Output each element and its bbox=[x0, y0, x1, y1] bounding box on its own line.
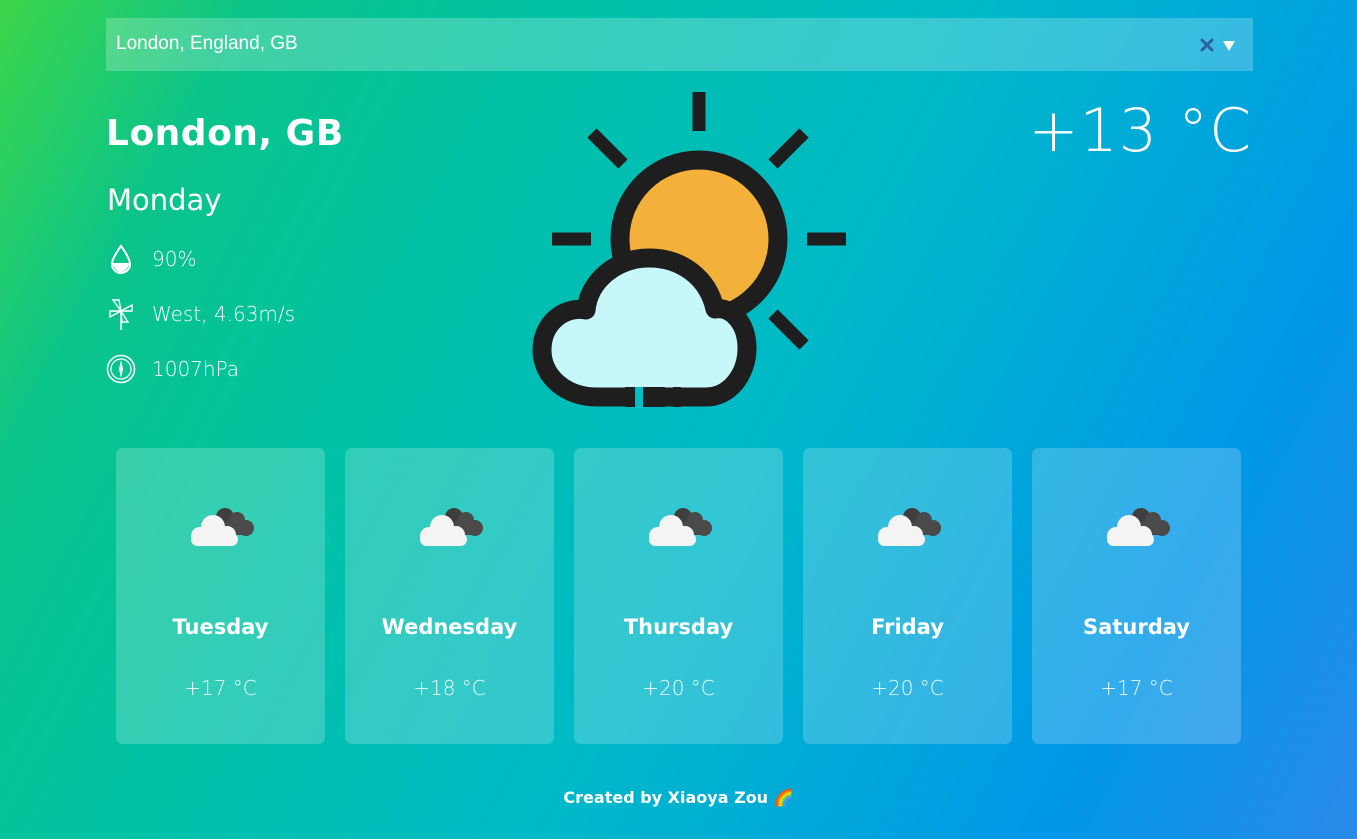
overcast-clouds-icon bbox=[878, 508, 941, 546]
location-search-select[interactable]: London, England, GB bbox=[106, 18, 1253, 71]
humidity-drop-icon bbox=[106, 243, 136, 275]
current-temperature: +13 °C bbox=[1028, 96, 1252, 166]
wind-value: West, 4.63m/s bbox=[152, 302, 296, 326]
close-icon[interactable] bbox=[1199, 37, 1215, 53]
forecast-day: Tuesday bbox=[172, 615, 269, 639]
forecast-day: Friday bbox=[871, 615, 944, 639]
forecast-list: Tuesday +17 °C Wednesday +18 °C Thursday… bbox=[116, 448, 1241, 744]
humidity-row: 90% bbox=[106, 243, 196, 275]
wind-row: West, 4.63m/s bbox=[106, 298, 295, 330]
partly-cloudy-sun-icon bbox=[532, 92, 846, 409]
forecast-day: Wednesday bbox=[381, 615, 518, 639]
forecast-card: Tuesday +17 °C bbox=[116, 448, 325, 744]
overcast-clouds-icon bbox=[420, 508, 483, 546]
forecast-card: Wednesday +18 °C bbox=[345, 448, 554, 744]
overcast-clouds-icon bbox=[1107, 508, 1170, 546]
current-day: Monday bbox=[107, 183, 222, 217]
forecast-card: Friday +20 °C bbox=[803, 448, 1012, 744]
forecast-temp: +17 °C bbox=[184, 676, 257, 700]
forecast-temp: +20 °C bbox=[642, 676, 715, 700]
overcast-clouds-icon bbox=[649, 508, 712, 546]
search-input-value[interactable]: London, England, GB bbox=[116, 33, 298, 55]
humidity-value: 90% bbox=[152, 247, 197, 271]
city-name: London, GB bbox=[106, 113, 344, 154]
pressure-row: 1007hPa bbox=[106, 353, 239, 385]
forecast-temp: +20 °C bbox=[871, 676, 944, 700]
forecast-temp: +18 °C bbox=[413, 676, 486, 700]
overcast-clouds-icon bbox=[191, 508, 254, 546]
forecast-temp: +17 °C bbox=[1100, 676, 1173, 700]
pressure-compass-icon bbox=[106, 353, 136, 385]
wind-pinwheel-icon bbox=[106, 298, 136, 330]
chevron-down-icon[interactable] bbox=[1222, 40, 1236, 52]
pressure-value: 1007hPa bbox=[152, 357, 239, 381]
forecast-card: Thursday +20 °C bbox=[574, 448, 783, 744]
forecast-card: Saturday +17 °C bbox=[1032, 448, 1241, 744]
forecast-day: Thursday bbox=[623, 615, 734, 639]
forecast-day: Saturday bbox=[1083, 615, 1190, 639]
footer-credit: Created by Xiaoya Zou 🌈 bbox=[563, 788, 794, 807]
